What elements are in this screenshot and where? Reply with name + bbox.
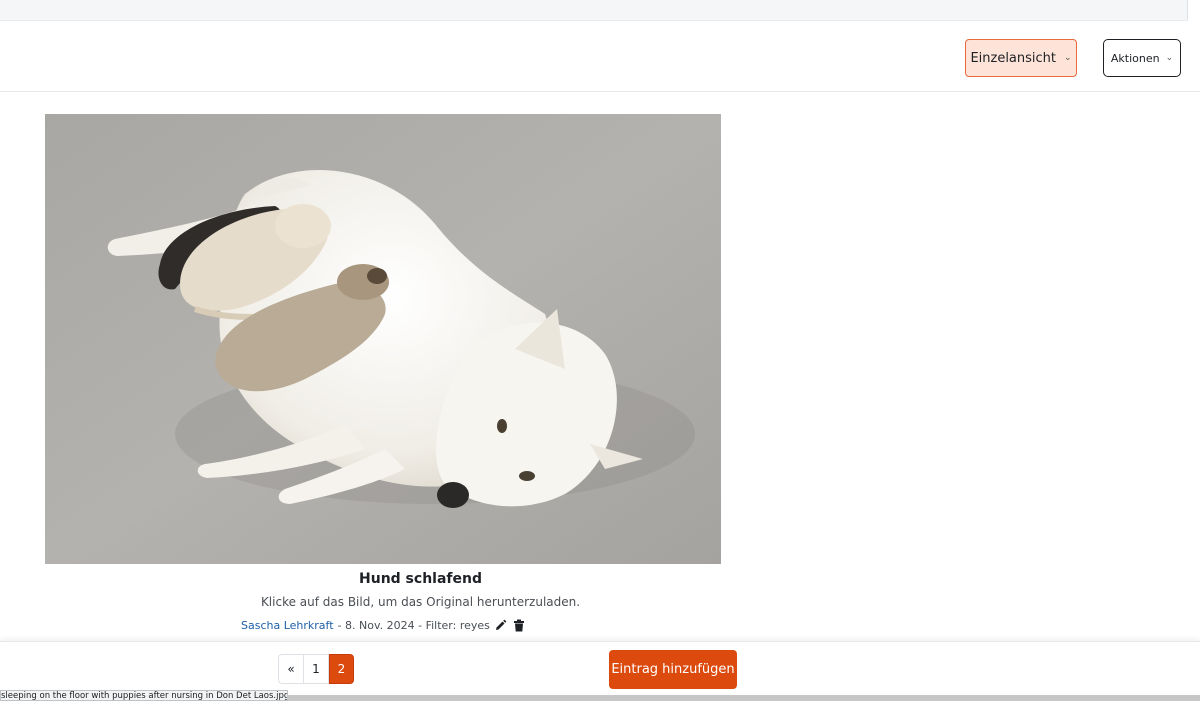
entry-meta: Sascha Lehrkraft - 8. Nov. 2024 - Filter… (241, 617, 526, 633)
view-mode-label: Einzelansicht (970, 50, 1057, 66)
pagination: « 1 2 (278, 654, 354, 684)
horizontal-scrollbar[interactable] (288, 695, 1200, 701)
actions-label: Aktionen (1110, 51, 1160, 65)
entry-image[interactable] (45, 114, 721, 564)
pagination-page-1[interactable]: 1 (304, 654, 329, 684)
pagination-page-2[interactable]: 2 (329, 654, 354, 684)
pagination-prev[interactable]: « (278, 654, 304, 684)
add-entry-button[interactable]: Eintrag hinzufügen (609, 650, 737, 689)
toolbar: Einzelansicht ⌄ Aktionen ⌄ (0, 21, 1200, 92)
top-strip-edge (1187, 0, 1200, 20)
actions-dropdown[interactable]: Aktionen ⌄ (1103, 39, 1181, 77)
edit-pencil-icon[interactable] (494, 618, 508, 632)
status-bar-url: sleeping on the floor with puppies after… (0, 690, 288, 701)
author-link[interactable]: Sascha Lehrkraft (241, 619, 334, 632)
entry-description: Klicke auf das Bild, um das Original her… (260, 595, 581, 609)
entry-meta-details: - 8. Nov. 2024 - Filter: reyes (337, 618, 490, 632)
entry-title: Hund schlafend (359, 571, 482, 587)
chevron-down-icon: ⌄ (1165, 53, 1174, 63)
top-strip (0, 0, 1188, 21)
chevron-down-icon: ⌄ (1064, 53, 1072, 63)
trash-icon[interactable] (512, 618, 526, 632)
dog-photo (45, 114, 721, 564)
view-mode-dropdown[interactable]: Einzelansicht ⌄ (965, 39, 1077, 77)
sticky-footer: « 1 2 Eintrag hinzufügen (0, 641, 1200, 696)
